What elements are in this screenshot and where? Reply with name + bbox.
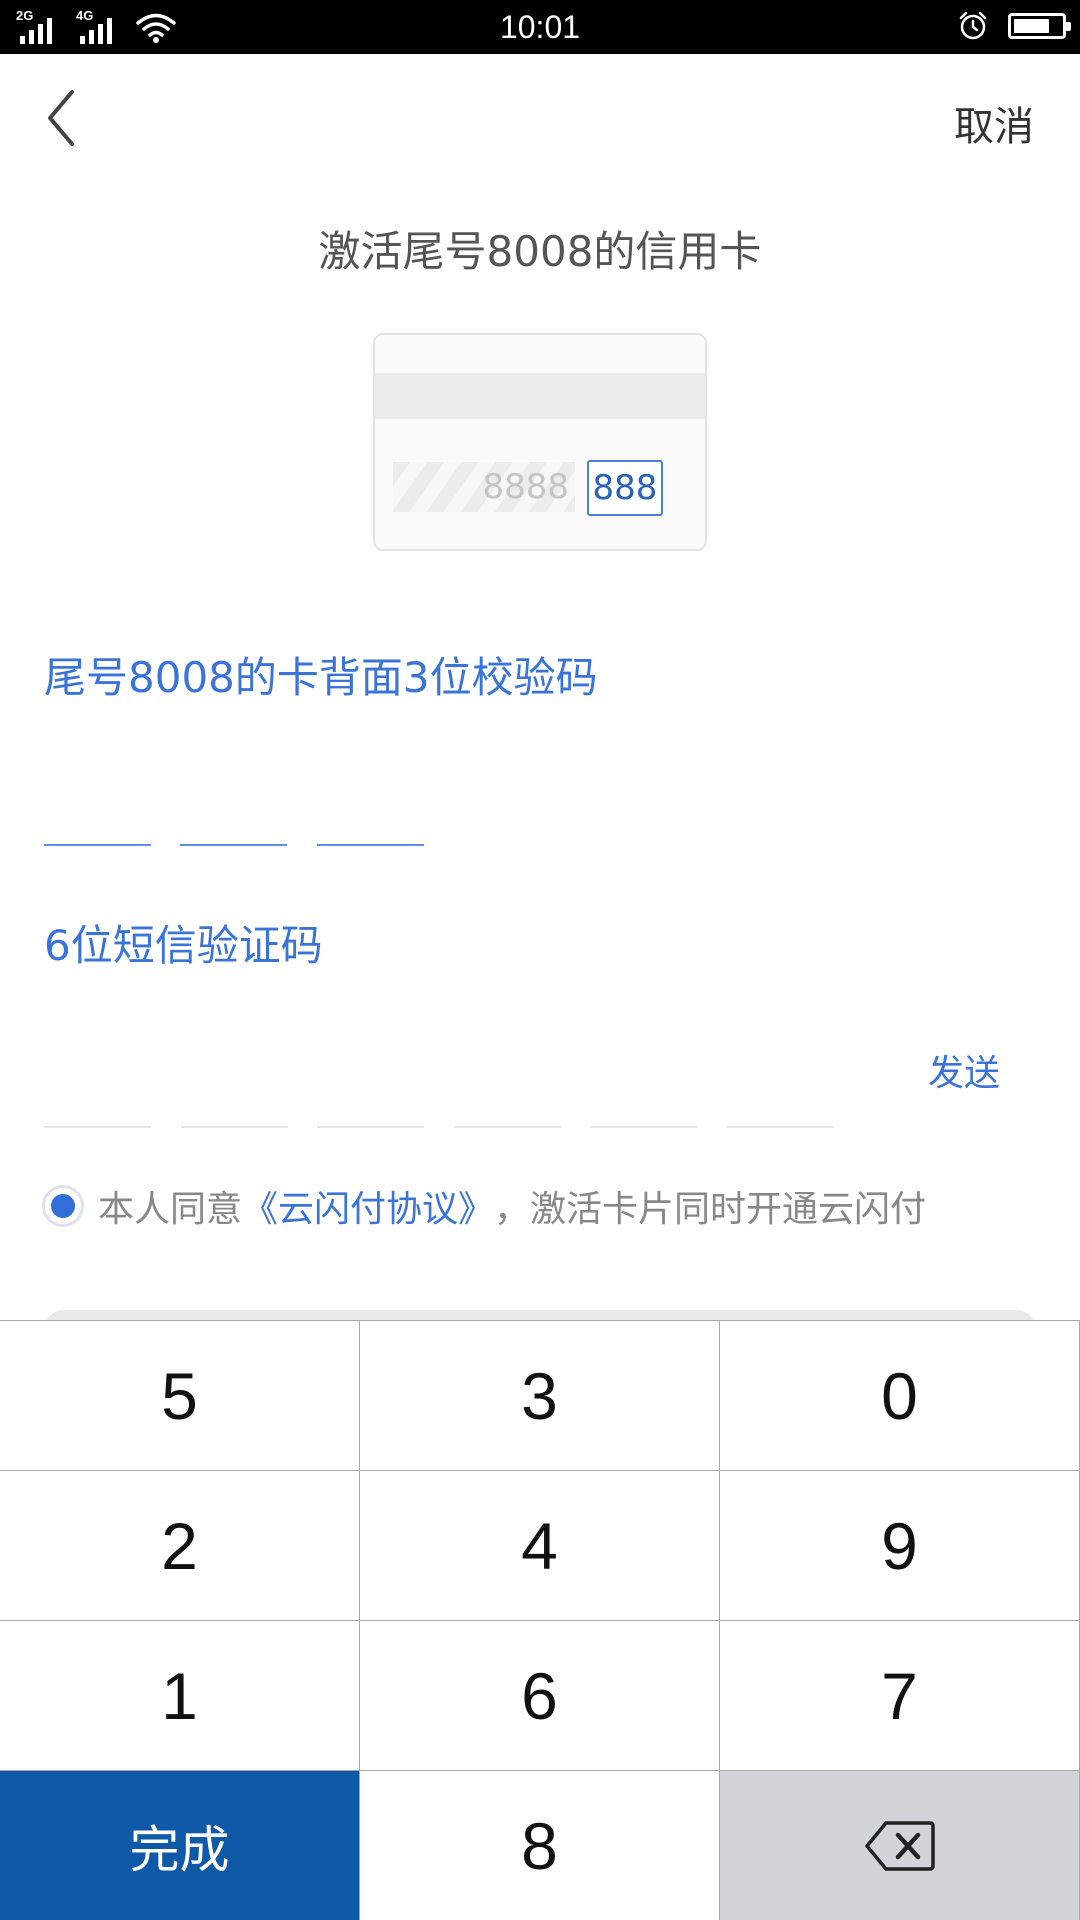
cvv-label: 尾号8008的卡背面3位校验码 bbox=[44, 653, 598, 702]
numeric-keypad: 5 3 0 2 4 9 1 6 7 完成 8 bbox=[0, 1320, 1080, 1920]
send-code-button[interactable]: 发送 bbox=[928, 1044, 1000, 1096]
signature-panel: 8888 bbox=[393, 462, 575, 512]
key-5[interactable]: 5 bbox=[0, 1321, 359, 1470]
battery-icon bbox=[1008, 13, 1071, 39]
back-button[interactable] bbox=[38, 86, 94, 150]
key-7[interactable]: 7 bbox=[720, 1621, 1079, 1770]
key-8[interactable]: 8 bbox=[360, 1771, 719, 1920]
cancel-button[interactable]: 取消 bbox=[954, 94, 1034, 152]
delete-button[interactable] bbox=[720, 1771, 1079, 1920]
sms-digit-3[interactable] bbox=[317, 1126, 424, 1128]
alarm-icon bbox=[959, 11, 987, 40]
cvv-digit-2[interactable] bbox=[180, 844, 287, 846]
agreement-radio[interactable] bbox=[42, 1185, 84, 1227]
agreement-link[interactable]: 《云闪付协议》 bbox=[242, 1180, 494, 1232]
cvv-digit-1[interactable] bbox=[44, 844, 151, 846]
key-1[interactable]: 1 bbox=[0, 1621, 359, 1770]
key-4[interactable]: 4 bbox=[360, 1471, 719, 1620]
page-title: 激活尾号8008的信用卡 bbox=[318, 227, 762, 276]
key-3[interactable]: 3 bbox=[360, 1321, 719, 1470]
magnetic-stripe bbox=[375, 373, 705, 419]
sms-code-label: 6位短信验证码 bbox=[44, 921, 323, 970]
cvv-highlight: 888 bbox=[587, 460, 663, 516]
agreement-suffix: ，激活卡片同时开通云闪付 bbox=[494, 1189, 927, 1230]
done-button[interactable]: 完成 bbox=[0, 1771, 359, 1920]
agreement-row: 本人同意 《云闪付协议》 ，激活卡片同时开通云闪付 bbox=[42, 1180, 926, 1232]
card-back-illustration: 8888 888 bbox=[373, 333, 707, 551]
sms-digit-1[interactable] bbox=[44, 1126, 151, 1128]
key-9[interactable]: 9 bbox=[720, 1471, 1079, 1620]
sms-digit-4[interactable] bbox=[454, 1126, 561, 1128]
key-2[interactable]: 2 bbox=[0, 1471, 359, 1620]
key-0[interactable]: 0 bbox=[720, 1321, 1079, 1470]
cvv-digit-3[interactable] bbox=[317, 844, 424, 846]
sms-digit-6[interactable] bbox=[727, 1126, 834, 1128]
key-6[interactable]: 6 bbox=[360, 1621, 719, 1770]
agreement-prefix: 本人同意 bbox=[98, 1189, 243, 1230]
status-bar: 2G 4G 10:01 bbox=[0, 0, 1080, 54]
sms-digit-5[interactable] bbox=[590, 1126, 697, 1128]
chevron-left-icon bbox=[48, 90, 74, 146]
signature-digits: 8888 bbox=[482, 467, 569, 507]
battery-fill bbox=[1014, 19, 1049, 33]
status-right bbox=[958, 11, 1071, 41]
status-time: 10:01 bbox=[499, 9, 581, 45]
sms-digit-2[interactable] bbox=[181, 1126, 288, 1128]
backspace-icon bbox=[864, 1821, 935, 1871]
